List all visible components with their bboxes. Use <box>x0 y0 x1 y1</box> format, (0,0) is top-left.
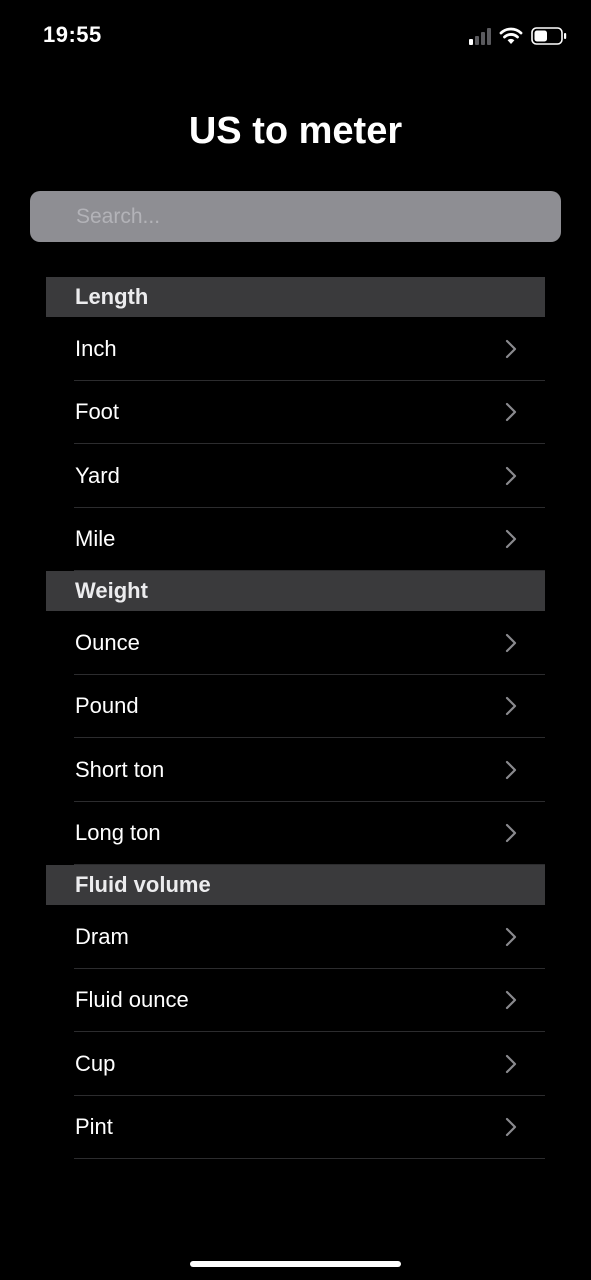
list-item-inch[interactable]: Inch <box>46 317 545 381</box>
status-icons <box>469 24 567 48</box>
list-item-short-ton[interactable]: Short ton <box>46 738 545 802</box>
home-indicator[interactable] <box>190 1261 401 1267</box>
list-item-pound[interactable]: Pound <box>46 675 545 739</box>
list-item-label: Fluid ounce <box>75 987 189 1013</box>
chevron-right-icon <box>505 1054 517 1073</box>
chevron-right-icon <box>505 697 517 716</box>
chevron-right-icon <box>505 633 517 652</box>
status-bar: 19:55 <box>0 0 591 70</box>
list-item-label: Dram <box>75 923 129 949</box>
list-item-yard[interactable]: Yard <box>46 444 545 508</box>
list-item-label: Pound <box>75 693 139 719</box>
status-time: 19:55 <box>43 22 102 47</box>
list-item-fluid-ounce[interactable]: Fluid ounce <box>46 969 545 1033</box>
section-header-fluid-volume: Fluid volume <box>46 865 545 905</box>
list-item-label: Yard <box>75 462 120 488</box>
chevron-right-icon <box>505 760 517 779</box>
list-item-long-ton[interactable]: Long ton <box>46 802 545 866</box>
screen: 19:55 US to meter Search... Length Inch … <box>0 0 591 1280</box>
wifi-icon <box>499 27 523 45</box>
cellular-signal-icon <box>469 27 491 45</box>
unit-list: Length Inch Foot Yard Mile Weight Ounce Pound Sh… <box>46 277 545 1159</box>
section-header-weight: Weight <box>46 571 545 611</box>
list-item-pint[interactable]: Pint <box>46 1096 545 1160</box>
list-item-cup[interactable]: Cup <box>46 1032 545 1096</box>
chevron-right-icon <box>505 991 517 1010</box>
list-item-label: Ounce <box>75 629 140 655</box>
list-item-label: Foot <box>75 399 120 425</box>
section-header-length: Length <box>46 277 545 317</box>
list-item-dram[interactable]: Dram <box>46 905 545 969</box>
list-item-label: Pint <box>75 1114 113 1140</box>
list-item-label: Long ton <box>75 820 161 846</box>
chevron-right-icon <box>505 824 517 843</box>
list-item-foot[interactable]: Foot <box>46 381 545 445</box>
list-item-mile[interactable]: Mile <box>46 508 545 572</box>
list-item-label: Cup <box>75 1050 116 1076</box>
page-title: US to meter <box>188 110 403 152</box>
chevron-right-icon <box>505 530 517 549</box>
list-item-label: Mile <box>75 526 116 552</box>
chevron-right-icon <box>505 1118 517 1137</box>
chevron-right-icon <box>505 927 517 946</box>
list-item-ounce[interactable]: Ounce <box>46 611 545 675</box>
battery-icon <box>531 27 567 45</box>
chevron-right-icon <box>505 403 517 422</box>
chevron-right-icon <box>505 339 517 358</box>
search-input[interactable] <box>30 191 561 242</box>
list-item-label: Short ton <box>75 756 165 782</box>
list-item-label: Inch <box>75 335 117 361</box>
chevron-right-icon <box>505 466 517 485</box>
